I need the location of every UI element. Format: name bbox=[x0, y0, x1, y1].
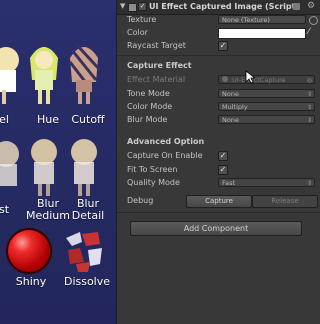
picker-icon: ◎ bbox=[306, 77, 312, 84]
texture-value: None (Texture) bbox=[222, 16, 270, 24]
debug-label: Debug bbox=[127, 196, 154, 205]
quality-mode-row: Quality Mode Fast ⇕ bbox=[117, 177, 320, 189]
figure-label-dissolve: Dissolve bbox=[63, 275, 111, 288]
component-title: UI Effect Captured Image (Script) bbox=[149, 2, 300, 11]
settings-gear-icon[interactable]: ⚙ bbox=[307, 1, 315, 11]
capture-on-enable-row: Capture On Enable ✓ bbox=[117, 150, 320, 162]
fit-to-screen-row: Fit To Screen ✓ bbox=[117, 164, 320, 176]
component-header[interactable]: ▼ ✓ UI Effect Captured Image (Script) ⚙ bbox=[117, 0, 320, 15]
girl-sprite-blurred bbox=[0, 141, 19, 186]
separator bbox=[117, 55, 320, 56]
girl-sprite-blur-detail bbox=[71, 139, 97, 196]
texture-row: Texture None (Texture) bbox=[117, 14, 320, 26]
material-icon bbox=[222, 76, 228, 82]
eyedropper-icon[interactable]: ⁄ bbox=[308, 27, 310, 37]
separator bbox=[117, 212, 320, 213]
color-row: Color ⁄ bbox=[117, 27, 320, 39]
dropdown-arrows-icon: ⇕ bbox=[306, 104, 312, 111]
debug-row: Debug Capture Release bbox=[117, 194, 320, 208]
dissolve-icon bbox=[66, 232, 102, 272]
tone-mode-label: Tone Mode bbox=[127, 89, 170, 98]
color-mode-label: Color Mode bbox=[127, 102, 173, 111]
girl-figure-partial: el bbox=[0, 40, 22, 126]
girl-sprite-blur-medium bbox=[31, 139, 57, 196]
girl-sprite-hue bbox=[30, 47, 58, 104]
blur-mode-row: Blur Mode None ⇕ bbox=[117, 114, 320, 126]
blur-mode-value: None bbox=[222, 116, 239, 124]
add-component-button[interactable]: Add Component bbox=[130, 221, 302, 236]
capture-button[interactable]: Capture bbox=[186, 195, 252, 208]
effect-material-field: UI-EffectCapture ◎ bbox=[218, 75, 315, 84]
object-picker-icon[interactable] bbox=[309, 16, 318, 25]
mouse-cursor-icon bbox=[245, 70, 255, 84]
color-swatch[interactable] bbox=[218, 28, 306, 39]
raycast-row: Raycast Target ✓ bbox=[117, 40, 320, 52]
component-enabled-checkbox[interactable]: ✓ bbox=[138, 2, 147, 11]
script-icon bbox=[128, 3, 137, 12]
dropdown-arrows-icon: ⇕ bbox=[306, 117, 312, 124]
raycast-label: Raycast Target bbox=[127, 41, 186, 50]
dropdown-arrows-icon: ⇕ bbox=[306, 180, 312, 187]
texture-field[interactable]: None (Texture) bbox=[218, 15, 306, 24]
blur-mode-label: Blur Mode bbox=[127, 115, 168, 124]
figure-label-cutoff: Cutoff bbox=[71, 113, 105, 126]
inspector-panel: ▼ ✓ UI Effect Captured Image (Script) ⚙ … bbox=[116, 0, 320, 324]
girl-figure-hue: Hue bbox=[26, 40, 60, 126]
release-button[interactable]: Release bbox=[252, 195, 318, 208]
color-mode-row: Color Mode Multiply ⇕ bbox=[117, 101, 320, 113]
quality-mode-dropdown[interactable]: Fast ⇕ bbox=[218, 178, 315, 187]
effect-material-value: UI-EffectCapture bbox=[232, 76, 286, 84]
quality-mode-value: Fast bbox=[222, 179, 236, 187]
fit-to-screen-checkbox[interactable]: ✓ bbox=[218, 165, 228, 175]
effect-material-row: Effect Material UI-EffectCapture ◎ bbox=[117, 74, 320, 86]
capture-on-enable-checkbox[interactable]: ✓ bbox=[218, 151, 228, 161]
girl-figure-partial-2: st bbox=[0, 132, 22, 216]
tone-mode-row: Tone Mode None ⇕ bbox=[117, 88, 320, 100]
girl-figure-blur-medium: Blur Medium bbox=[26, 132, 70, 222]
blur-mode-dropdown[interactable]: None ⇕ bbox=[218, 115, 315, 124]
tone-mode-dropdown[interactable]: None ⇕ bbox=[218, 89, 315, 98]
capture-on-enable-label: Capture On Enable bbox=[127, 151, 203, 160]
shiny-ball-icon bbox=[6, 228, 52, 274]
girl-sprite-cutoff bbox=[68, 42, 102, 104]
raycast-checkbox[interactable]: ✓ bbox=[218, 41, 228, 51]
color-mode-dropdown[interactable]: Multiply ⇕ bbox=[218, 102, 315, 111]
girl-figure-cutoff: Cutoff bbox=[66, 40, 105, 126]
quality-mode-label: Quality Mode bbox=[127, 178, 180, 187]
color-label: Color bbox=[127, 28, 148, 37]
effect-material-label: Effect Material bbox=[127, 75, 186, 84]
scene-view: el Hue Cutoff st Blur Medium Blur Detail… bbox=[0, 0, 116, 324]
figure-label-blur-detail: Blur Detail bbox=[71, 197, 105, 222]
foldout-arrow-icon[interactable]: ▼ bbox=[120, 2, 125, 10]
girl-sprite bbox=[0, 47, 19, 104]
tone-mode-value: None bbox=[222, 90, 239, 98]
advanced-option-title: Advanced Option bbox=[127, 137, 205, 146]
capture-effect-title: Capture Effect bbox=[127, 61, 192, 70]
texture-label: Texture bbox=[127, 15, 157, 24]
dissolve-sample: Dissolve bbox=[60, 228, 110, 288]
dropdown-arrows-icon: ⇕ bbox=[306, 91, 312, 98]
color-mode-value: Multiply bbox=[222, 103, 248, 111]
girl-figure-blur-detail: Blur Detail bbox=[66, 132, 104, 222]
help-icon[interactable] bbox=[293, 3, 300, 10]
fit-to-screen-label: Fit To Screen bbox=[127, 165, 178, 174]
